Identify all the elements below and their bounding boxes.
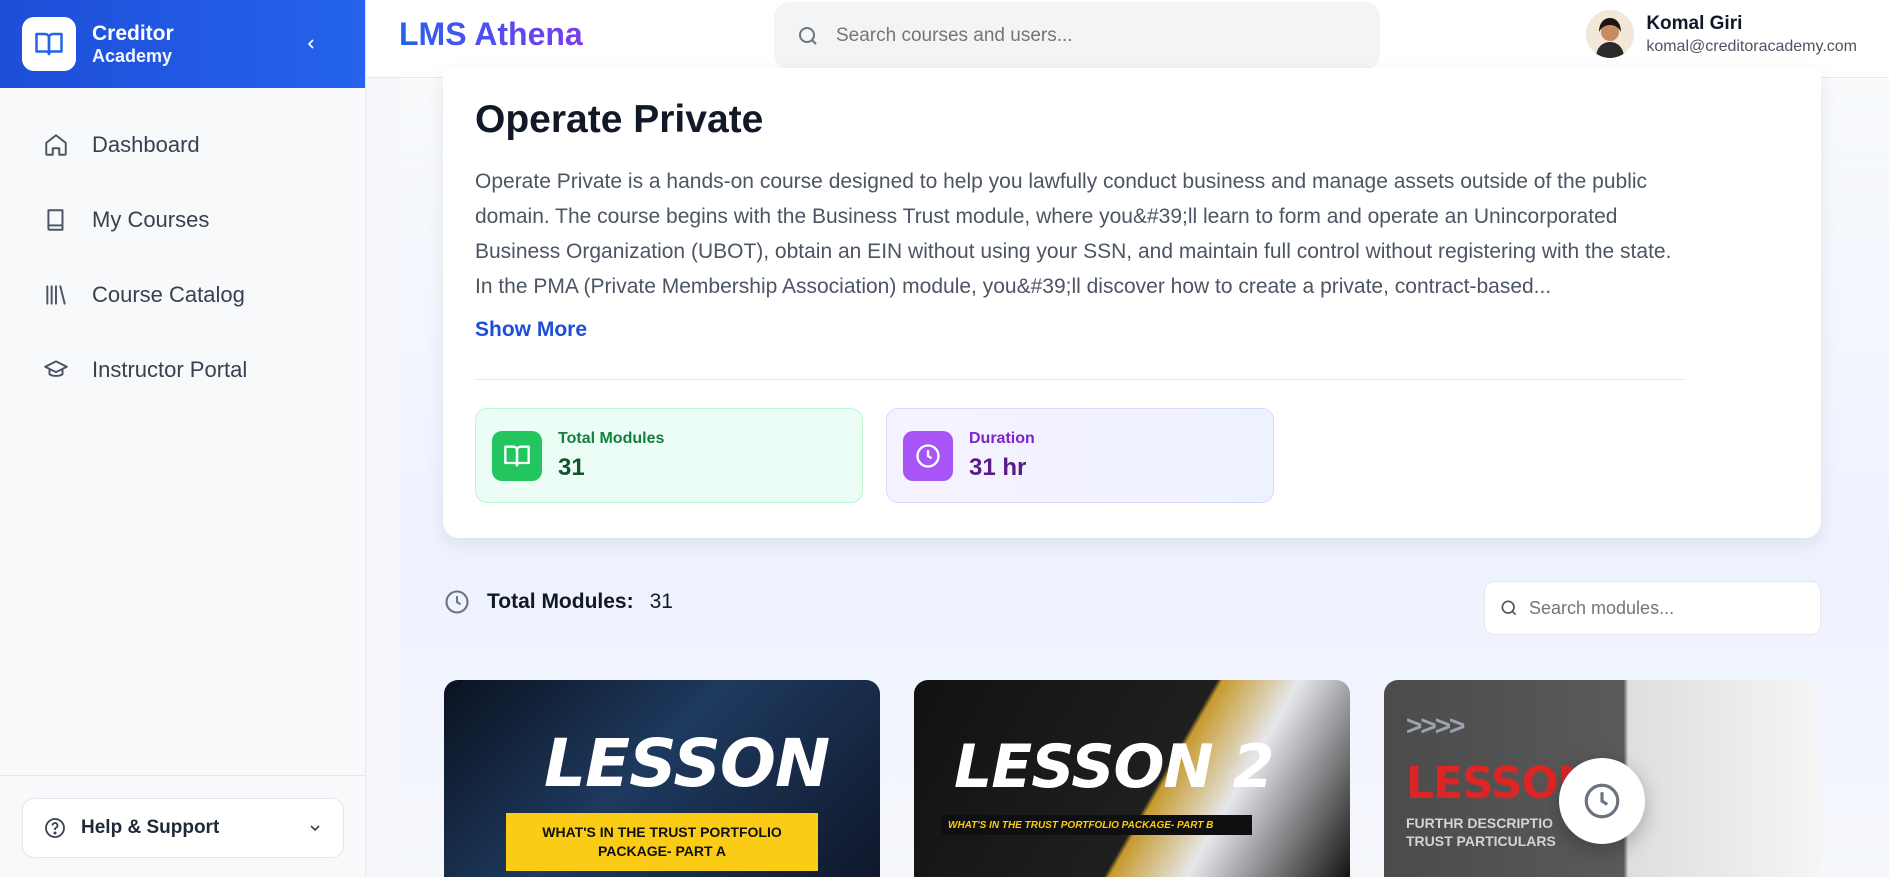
sidebar-item-label: Instructor Portal	[92, 357, 248, 382]
sidebar-nav: Dashboard My Courses Course Catalog Inst…	[0, 88, 365, 395]
sidebar-item-instructor-portal[interactable]: Instructor Portal	[40, 345, 341, 395]
app-title: LMS Athena	[399, 16, 583, 52]
sidebar-item-course-catalog[interactable]: Course Catalog	[40, 270, 341, 320]
search-icon	[1499, 598, 1519, 618]
collapse-sidebar-button[interactable]	[297, 30, 325, 58]
help-support-label: Help & Support	[81, 817, 220, 838]
stat-value: 31 hr	[969, 453, 1027, 481]
main-content: Operate Private Operate Private is a han…	[400, 68, 1889, 877]
sidebar-item-my-courses[interactable]: My Courses	[40, 195, 341, 245]
clock-icon	[443, 588, 471, 616]
search-input[interactable]	[836, 25, 1336, 47]
book-icon	[40, 204, 72, 236]
global-search[interactable]	[774, 2, 1380, 70]
sidebar-item-label: My Courses	[92, 207, 210, 232]
user-email: komal@creditoracademy.com	[1646, 37, 1857, 55]
sidebar: Creditor Academy Dashboard My Courses Co…	[0, 0, 366, 877]
stat-label: Duration	[969, 429, 1035, 447]
module-search-input[interactable]	[1529, 597, 1806, 619]
arrows-decoration: >>>>	[1406, 710, 1465, 741]
avatar[interactable]	[1586, 10, 1635, 58]
open-book-icon	[492, 430, 542, 481]
brand-title: Creditor	[92, 21, 174, 45]
stat-duration: Duration 31 hr	[886, 408, 1274, 503]
stat-total-modules: Total Modules 31	[475, 408, 863, 503]
graduation-cap-icon	[40, 354, 72, 386]
stat-label: Total Modules	[558, 429, 665, 447]
sidebar-footer: Help & Support	[0, 775, 366, 877]
clock-icon	[903, 430, 953, 481]
show-more-link[interactable]: Show More	[475, 318, 587, 342]
stat-value: 31	[558, 453, 585, 481]
home-icon	[40, 129, 72, 161]
sidebar-item-dashboard[interactable]: Dashboard	[40, 120, 341, 170]
brand-subtitle: Academy	[92, 45, 173, 66]
module-search[interactable]	[1484, 581, 1821, 635]
lesson-subtitle: WHAT'S IN THE TRUST PORTFOLIO PACKAGE- P…	[942, 815, 1252, 835]
user-profile[interactable]: Komal Giri komal@creditoracademy.com	[1586, 10, 1857, 58]
divider	[475, 379, 1685, 380]
top-bar: LMS Athena Komal Giri komal@creditoracad…	[367, 0, 1889, 78]
sidebar-item-label: Course Catalog	[92, 282, 245, 307]
sidebar-item-label: Dashboard	[92, 132, 200, 157]
course-description: Operate Private is a hands-on course des…	[475, 170, 1672, 298]
search-icon	[796, 24, 820, 48]
clock-icon	[1584, 783, 1620, 819]
lesson-subtitle: FURTHR DESCRIPTIO TRUST PARTICULARS	[1406, 815, 1556, 850]
lesson-card[interactable]: LESSON 2 WHAT'S IN THE TRUST PORTFOLIO P…	[914, 680, 1350, 877]
help-circle-icon	[43, 816, 67, 840]
help-support-button[interactable]: Help & Support	[22, 798, 344, 858]
chevron-down-icon	[307, 820, 323, 836]
open-book-logo-icon	[22, 17, 76, 71]
clock-fab-button[interactable]	[1559, 758, 1645, 844]
library-icon	[40, 279, 72, 311]
lesson-card[interactable]: LESSON 1 WHAT'S IN THE TRUST PORTFOLIO P…	[444, 680, 880, 877]
course-overview-card: Operate Private Operate Private is a han…	[443, 68, 1821, 538]
user-name: Komal Giri	[1646, 12, 1743, 34]
lesson-title: LESSON 2	[954, 732, 1274, 802]
modules-header: Total Modules: 31	[443, 588, 673, 616]
brand-header: Creditor Academy	[0, 0, 365, 88]
chevron-left-icon	[307, 39, 314, 49]
lesson-subtitle: WHAT'S IN THE TRUST PORTFOLIO PACKAGE- P…	[506, 813, 818, 871]
course-title: Operate Private	[475, 98, 764, 141]
modules-count: 31	[649, 590, 673, 613]
modules-label: Total Modules:	[487, 590, 634, 613]
